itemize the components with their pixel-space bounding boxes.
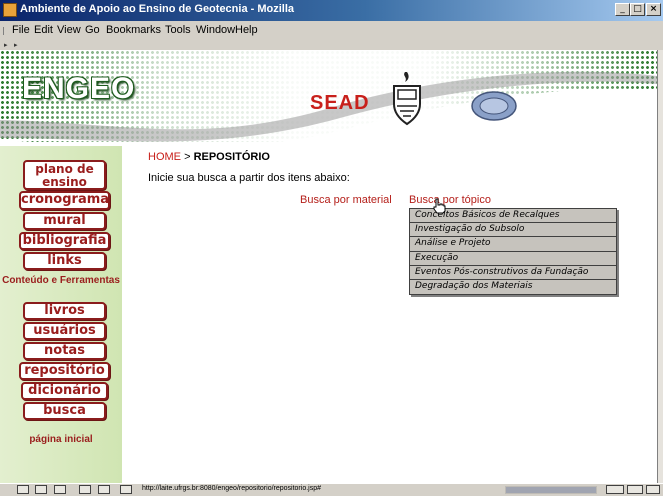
vertical-scrollbar[interactable]: [657, 50, 663, 483]
addressbook-icon[interactable]: [79, 485, 91, 494]
nav-livros[interactable]: livros: [23, 302, 106, 320]
menu-help[interactable]: Help: [235, 24, 258, 36]
menu-bookmarks[interactable]: Bookmarks: [106, 24, 161, 36]
nav-notas[interactable]: notas: [23, 342, 106, 360]
menu-bar: File Edit View Go Bookmarks Tools Window…: [0, 21, 663, 40]
breadcrumb-home-link[interactable]: HOME: [148, 151, 181, 163]
mozilla-app-icon: [3, 3, 17, 17]
toolbar-expand-icon[interactable]: ▸: [4, 40, 8, 50]
security-icon[interactable]: [120, 485, 132, 494]
hand-pointer-icon: [433, 198, 446, 214]
connection-icon: [606, 485, 624, 494]
topic-menu-item[interactable]: Degradação dos Materiais: [410, 280, 616, 294]
nav-links[interactable]: links: [23, 252, 106, 270]
search-by-topic-link[interactable]: Busca por tópico: [409, 194, 491, 206]
topic-menu-item[interactable]: Execução: [410, 252, 616, 266]
intro-text: Inicie sua busca a partir dos itens abai…: [148, 172, 350, 184]
page-content: ENGEO SEAD plano de ensino cronograma mu…: [0, 50, 657, 483]
nav-dicionario[interactable]: dicionário: [21, 382, 108, 400]
composer-icon[interactable]: [54, 485, 66, 494]
status-url: http://laite.ufrgs.br:8080/engeo/reposit…: [142, 485, 321, 492]
menu-window[interactable]: Window: [196, 24, 235, 36]
topic-dropdown-menu: Conceitos Básicos de Recalques Investiga…: [409, 208, 617, 296]
nav-usuarios[interactable]: usuários: [23, 322, 106, 340]
sead-logo: SEAD: [310, 92, 370, 114]
maximize-button[interactable]: □: [630, 3, 645, 16]
sidebar: plano de ensino cronograma mural bibliog…: [0, 146, 122, 483]
toolbar-expand-icon-2[interactable]: ▸: [14, 40, 18, 50]
menu-edit[interactable]: Edit: [34, 24, 53, 36]
nav-cronograma[interactable]: cronograma: [19, 191, 110, 210]
university-crest-icon: [393, 72, 421, 126]
menu-tools[interactable]: Tools: [165, 24, 191, 36]
online-status-icon: [646, 485, 660, 494]
window-titlebar: Ambiente de Apoio ao Ensino de Geotecnia…: [0, 0, 663, 21]
progress-bar: [505, 486, 597, 494]
minimize-button[interactable]: _: [615, 3, 630, 16]
close-button[interactable]: ×: [646, 3, 661, 16]
chat-icon[interactable]: [98, 485, 110, 494]
window-title: Ambiente de Apoio ao Ensino de Geotecnia…: [20, 3, 295, 15]
security-lock-icon[interactable]: [627, 485, 643, 494]
status-bar: http://laite.ufrgs.br:8080/engeo/reposit…: [0, 483, 663, 496]
sidebar-section-label: Conteúdo e Ferramentas: [2, 275, 120, 286]
topic-menu-item[interactable]: Análise e Projeto: [410, 237, 616, 252]
mail-icon[interactable]: [35, 485, 47, 494]
engeo-logo: ENGEO: [22, 72, 136, 105]
menubar-grip[interactable]: [3, 27, 10, 35]
search-by-material-link[interactable]: Busca por material: [300, 194, 392, 206]
breadcrumb-current: REPOSITÓRIO: [193, 151, 270, 163]
nav-busca[interactable]: busca: [23, 402, 106, 420]
navigator-icon[interactable]: [17, 485, 29, 494]
breadcrumb-separator: >: [184, 151, 191, 163]
topic-menu-item[interactable]: Investigação do Subsolo: [410, 223, 616, 238]
home-link[interactable]: página inicial: [0, 434, 122, 445]
nav-bibliografia[interactable]: bibliografia: [19, 232, 110, 250]
menu-view[interactable]: View: [57, 24, 81, 36]
topic-menu-item[interactable]: Eventos Pós-construtivos da Fundação: [410, 266, 616, 280]
nav-plano-de-ensino[interactable]: plano de ensino: [23, 160, 106, 190]
nav-repositorio[interactable]: repositório: [19, 362, 110, 380]
breadcrumb: HOME > REPOSITÓRIO: [148, 151, 270, 163]
menu-go[interactable]: Go: [85, 24, 100, 36]
nav-mural[interactable]: mural: [23, 212, 106, 230]
ead-logo-icon: [471, 91, 517, 121]
menu-file[interactable]: File: [12, 24, 30, 36]
